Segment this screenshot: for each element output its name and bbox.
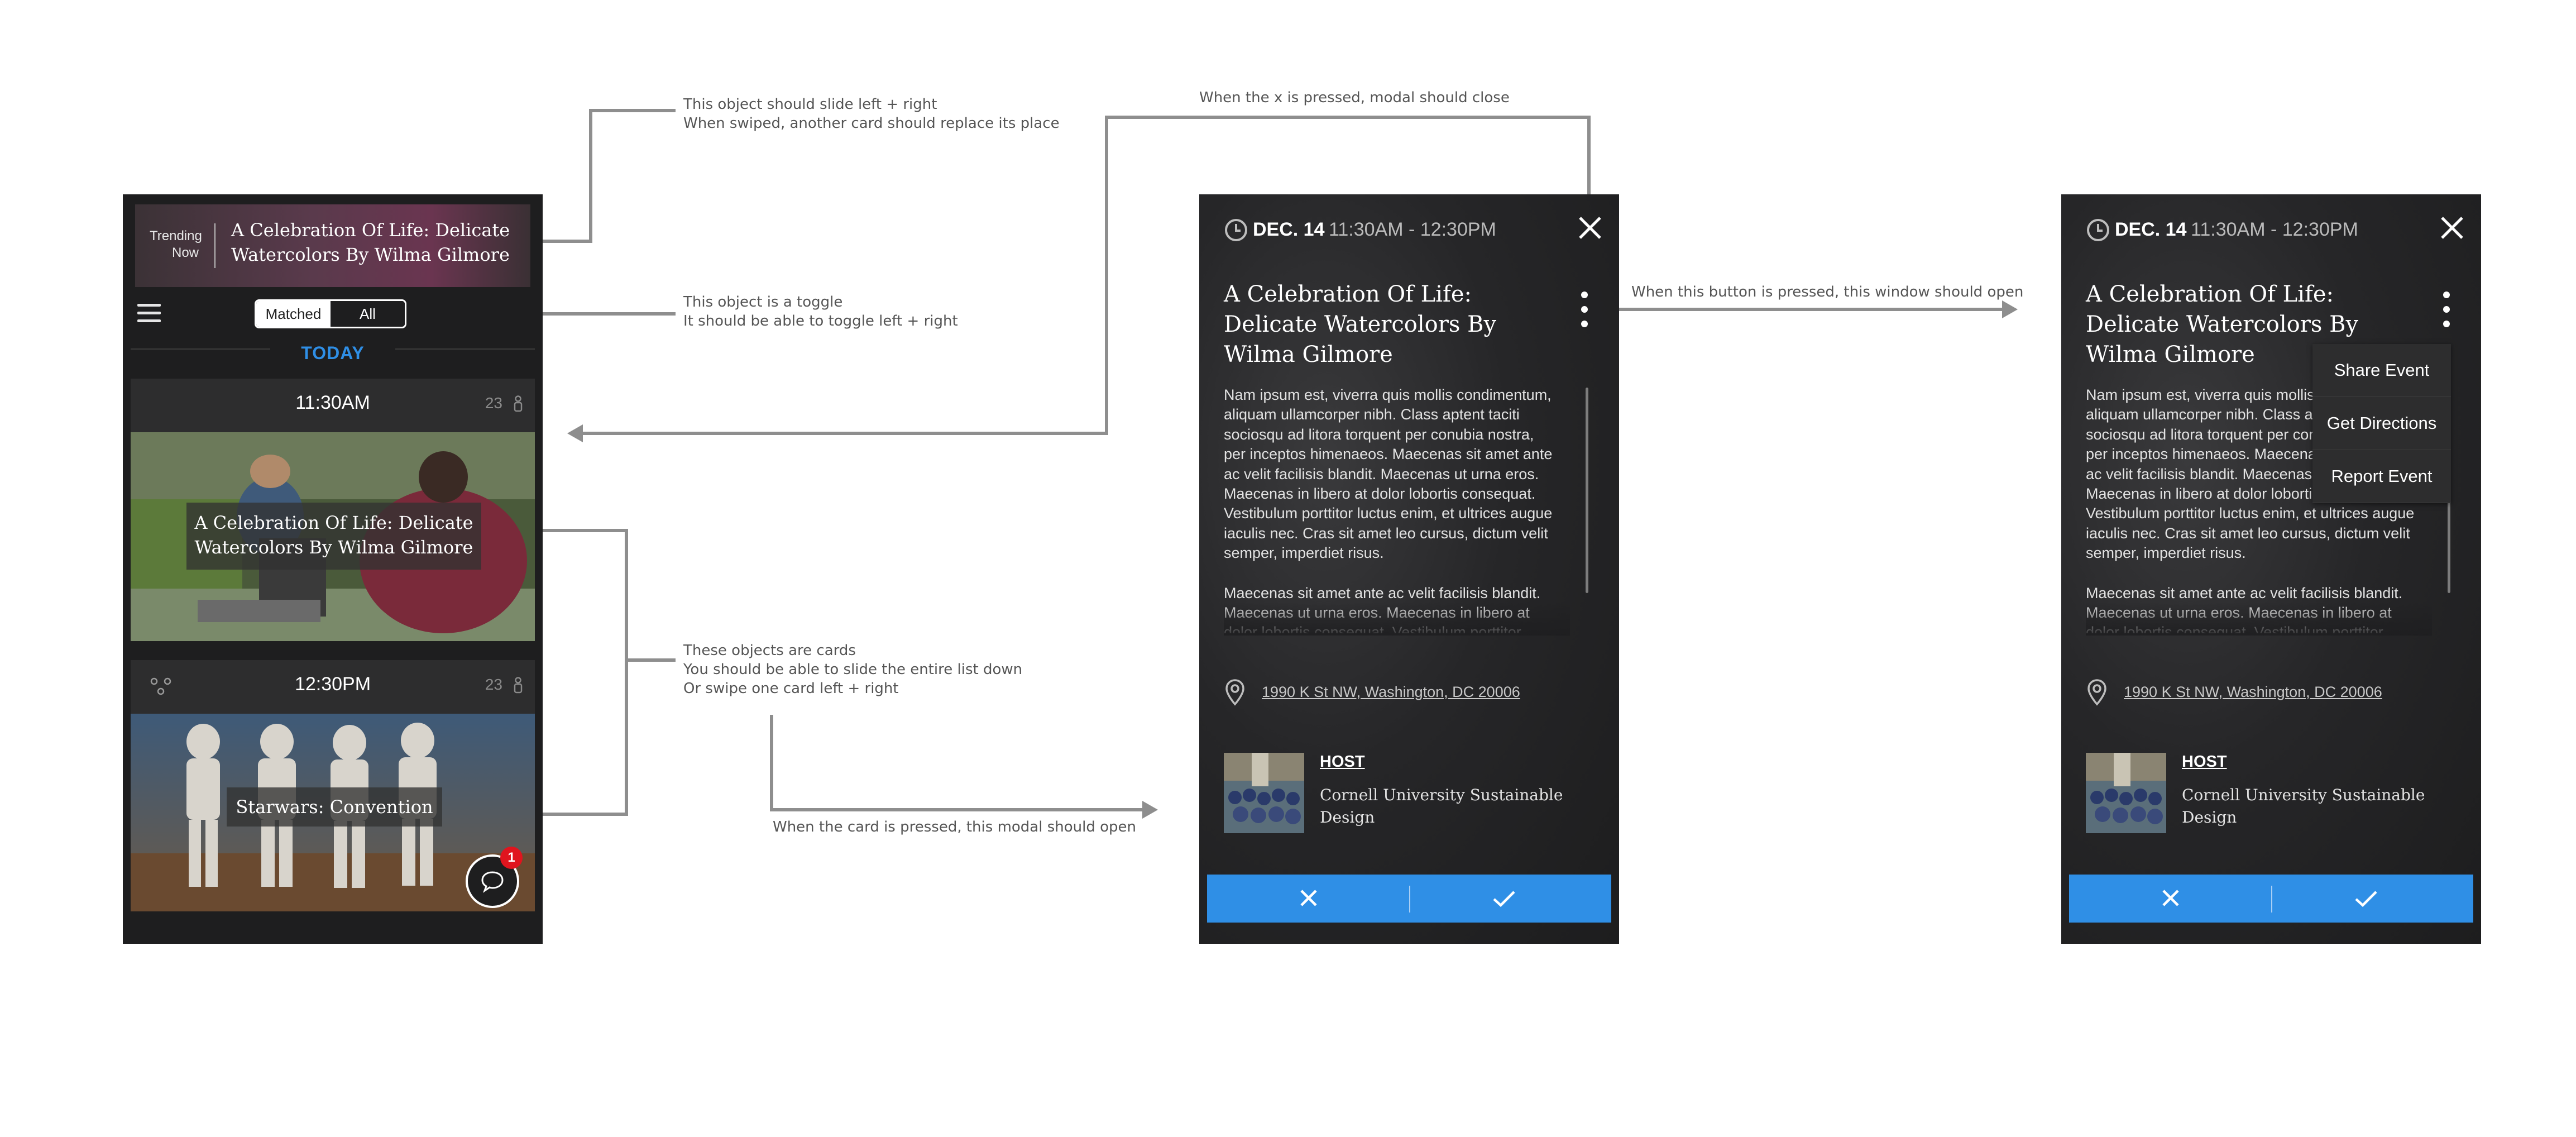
- card-time: 12:30PM: [294, 673, 371, 695]
- menu-item-report-event[interactable]: Report Event: [2312, 450, 2451, 503]
- annotation-slide-card: This object should slide left + right Wh…: [683, 95, 1060, 133]
- event-detail-modal: DEC. 14 11:30AM - 12:30PM A Celebration …: [1199, 194, 1619, 944]
- host-name: Cornell University Sustainable Design: [1320, 786, 1563, 827]
- annotation-x-press: When the x is pressed, modal should clos…: [1199, 88, 1510, 107]
- more-options-icon[interactable]: [1581, 292, 1588, 327]
- decline-button[interactable]: [1299, 888, 1319, 908]
- annotation-line: When swiped, another card should replace…: [683, 115, 1060, 132]
- accept-button[interactable]: [1492, 889, 1516, 908]
- trending-title: A Celebration Of Life: Delicate Watercol…: [231, 219, 510, 265]
- host-avatar: [2086, 753, 2166, 833]
- annotation-line: This object is a toggle: [683, 294, 843, 310]
- location-pin-icon: [2087, 679, 2106, 706]
- host-label: HOST: [2182, 753, 2227, 771]
- options-menu: Share Event Get Directions Report Event: [2312, 344, 2451, 503]
- menu-item-get-directions[interactable]: Get Directions: [2312, 397, 2451, 450]
- event-address-link[interactable]: 1990 K St NW, Washington, DC 20006: [1262, 684, 1520, 701]
- more-options-icon[interactable]: [2443, 292, 2450, 327]
- annotation-line: Or swipe one card left + right: [683, 680, 899, 697]
- event-card-1[interactable]: A Celebration Of Life: Delicate Watercol…: [131, 432, 535, 641]
- clock-icon: [1225, 219, 1247, 241]
- event-description: Nam ipsum est, viverra quis mollis condi…: [1224, 385, 1559, 633]
- host-avatar: [1224, 753, 1304, 833]
- action-bar: [2069, 875, 2473, 923]
- menu-item-share-event[interactable]: Share Event: [2312, 344, 2451, 397]
- annotation-line: This object should slide left + right: [683, 96, 937, 113]
- description-fade: [2086, 602, 2432, 636]
- decline-button[interactable]: [2161, 888, 2181, 908]
- trending-card[interactable]: Trending Now A Celebration Of Life: Deli…: [135, 204, 530, 287]
- event-date: DEC. 14: [2115, 219, 2187, 240]
- action-divider: [1409, 886, 1410, 913]
- host-label: HOST: [1320, 753, 1365, 771]
- event-date: DEC. 14: [1253, 219, 1325, 240]
- annotation-line: It should be able to toggle left + right: [683, 313, 958, 329]
- trending-label-line1: Trending: [150, 228, 202, 243]
- annotation-line: These objects are cards: [683, 642, 856, 659]
- trending-divider: [214, 223, 216, 268]
- person-icon: [514, 395, 523, 412]
- annotation-cards: These objects are cards You should be ab…: [683, 641, 1022, 698]
- card-1-header: 11:30AM 23: [131, 379, 535, 432]
- clock-icon: [2087, 219, 2109, 241]
- card-title: Starwars: Convention: [227, 787, 442, 827]
- description-scrollbar[interactable]: [1586, 388, 1588, 593]
- event-time: 11:30AM - 12:30PM: [1329, 219, 1496, 240]
- description-fade: [1224, 602, 1570, 636]
- card-2-header: 12:30PM 23: [131, 660, 535, 714]
- attendee-count: 23: [485, 394, 502, 412]
- annotation-line: When the card is pressed, this modal sho…: [773, 819, 1137, 835]
- attendee-count: 23: [485, 676, 502, 693]
- action-bar: [1207, 875, 1611, 923]
- matched-all-toggle[interactable]: Matched All: [255, 299, 406, 328]
- event-title: A Celebration Of Life: Delicate Watercol…: [1224, 281, 1497, 367]
- event-address-link[interactable]: 1990 K St NW, Washington, DC 20006: [2124, 684, 2382, 701]
- card-title: A Celebration Of Life: Delicate Watercol…: [186, 503, 481, 570]
- annotation-line: You should be able to slide the entire l…: [683, 661, 1023, 678]
- trending-label-line2: Now: [171, 245, 199, 260]
- description-paragraph: Nam ipsum est, viverra quis mollis condi…: [1224, 386, 1553, 562]
- section-label-today: TODAY: [301, 343, 365, 363]
- chat-notification-badge: 1: [500, 847, 523, 869]
- host-name: Cornell University Sustainable Design: [2182, 786, 2425, 827]
- person-icon: [514, 677, 523, 694]
- annotation-card-press: When the card is pressed, this modal sho…: [773, 818, 1136, 837]
- chat-bubble-icon: [481, 871, 504, 893]
- card-time: 11:30AM: [295, 392, 370, 413]
- location-pin-icon: [1225, 679, 1244, 706]
- annotation-toggle: This object is a toggle It should be abl…: [683, 293, 958, 331]
- event-time: 11:30AM - 12:30PM: [2191, 219, 2358, 240]
- close-icon[interactable]: [2439, 214, 2465, 241]
- event-detail-modal-menu-open: DEC. 14 11:30AM - 12:30PM A Celebration …: [2061, 194, 2481, 944]
- accept-button[interactable]: [2354, 889, 2378, 908]
- feed-screen: Trending Now A Celebration Of Life: Deli…: [123, 194, 543, 944]
- close-icon[interactable]: [1577, 214, 1603, 241]
- toggle-option-matched[interactable]: Matched: [256, 301, 331, 327]
- action-divider: [2271, 886, 2272, 913]
- trending-label: Trending Now: [150, 228, 202, 261]
- annotation-line: When this button is pressed, this window…: [1631, 284, 2024, 300]
- toggle-option-all[interactable]: All: [331, 301, 405, 327]
- annotation-button-press: When this button is pressed, this window…: [1631, 283, 2023, 302]
- annotation-line: When the x is pressed, modal should clos…: [1199, 89, 1510, 106]
- hamburger-menu-icon[interactable]: [137, 304, 161, 326]
